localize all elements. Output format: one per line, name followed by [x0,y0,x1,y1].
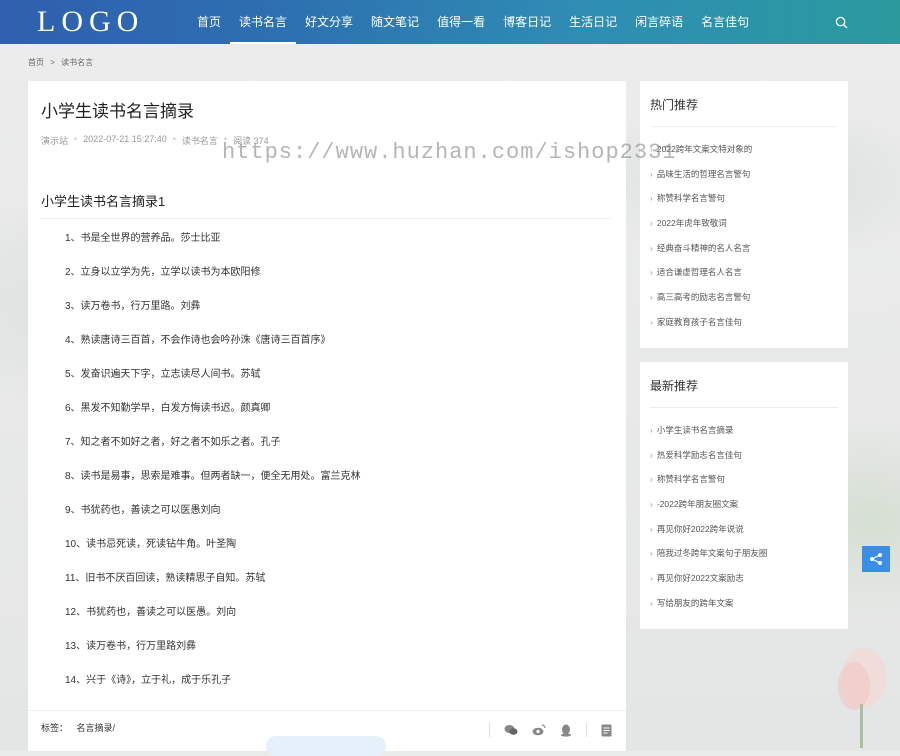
quote-item: 4、熟读唐诗三百首，不会作诗也会吟孙洙《唐诗三百首序》 [65,335,331,346]
quote-item: 9、书犹药也，善读之可以医愚刘向 [65,505,221,516]
latest-recommend-card: 最新推荐 小学生读书名言摘录热爱科学励志名言佳句称赞科学名言警句-2022跨年朋… [640,362,848,629]
wechat-icon[interactable] [504,724,518,736]
site-logo[interactable]: LOGO [37,5,144,39]
hot-list-item[interactable]: 2022年虎年致敬词 [650,217,752,242]
search-icon[interactable] [835,16,848,29]
main-nav: 首页 读书名言 好文分享 随文笔记 值得一看 博客日记 生活日记 闲言碎语 名言佳句 [188,0,758,44]
nav-item[interactable]: 首页 [188,0,230,44]
tags-row: 标签： 名言摘录/ [41,721,121,734]
latest-recommend-list: 小学生读书名言摘录热爱科学励志名言佳句称赞科学名言警句-2022跨年朋友圈文案再… [650,424,768,622]
nav-item[interactable]: 随文笔记 [362,0,428,44]
hot-list-item[interactable]: 品味生活的哲理名言警句 [650,168,752,193]
quote-item: 2、立身以立学为先，立学以读书为本欧阳修 [65,267,261,278]
hot-list-item[interactable]: 适合谦虚哲理名人名言 [650,266,752,291]
nav-item[interactable]: 博客日记 [494,0,560,44]
share-icons [489,723,612,737]
nav-item[interactable]: 生活日记 [560,0,626,44]
divider [586,723,587,737]
hot-recommend-list: 2022跨年文案文特对象的品味生活的哲理名言警句称赞科学名言警句2022年虎年致… [650,143,752,341]
quote-item: 6、黑发不知勤学早，白发方悔读书迟。颜真卿 [65,403,271,414]
hot-recommend-card: 热门推荐 2022跨年文案文特对象的品味生活的哲理名言警句称赞科学名言警句202… [640,81,848,348]
hot-list-item[interactable]: 称赞科学名言警句 [650,192,752,217]
top-header: LOGO 首页 读书名言 好文分享 随文笔记 值得一看 博客日记 生活日记 闲言碎语 名言佳句 [0,0,900,44]
meta-date: 2022-07-21 15:27:40 [83,134,167,144]
breadcrumb-home[interactable]: 首页 [28,58,44,67]
meta-category[interactable]: 读书名言 [182,134,218,147]
weibo-icon[interactable] [532,724,546,736]
bottom-action-button[interactable] [266,736,386,756]
meta-separator: • [74,134,78,144]
quote-item: 13、读万卷书，行万里路刘彝 [65,641,197,652]
quote-item: 14、兴于《诗》，立于礼，成于乐孔子 [65,675,232,686]
hot-list-item[interactable]: 高三高考的励志名言警句 [650,291,752,316]
nav-item[interactable]: 好文分享 [296,0,362,44]
latest-list-item[interactable]: 小学生读书名言摘录 [650,424,767,449]
tags-label: 标签： [41,723,69,733]
hot-list-item[interactable]: 经典奋斗精神的名人名言 [650,242,752,267]
document-icon[interactable] [601,724,612,737]
breadcrumb-separator: > [50,58,55,67]
nav-item[interactable]: 读书名言 [230,0,297,44]
quote-item: 11、旧书不厌百回读，熟读精思子自知。苏轼 [65,573,266,584]
nav-item[interactable]: 名言佳句 [692,0,758,44]
meta-separator: • [172,134,176,144]
quote-item: 1、书是全世界的营养品。莎士比亚 [65,233,221,244]
quote-item: 12、书犹药也，善读之可以医愚。刘向 [65,607,237,618]
share-icon [870,553,882,565]
hot-recommend-title: 热门推荐 [650,98,699,112]
tag-link[interactable]: 名言摘录/ [77,723,116,733]
nav-item[interactable]: 闲言碎语 [626,0,692,44]
article-card: 小学生读书名言摘录 演示站 • 2022-07-21 15:27:40 • 读书… [28,81,626,751]
latest-list-item[interactable]: 再见你好2022跨年说说 [650,523,767,548]
quote-item: 7、知之者不如好之者，好之者不如乐之者。孔子 [65,437,281,448]
article-subtitle: 小学生读书名言摘录1 [41,191,611,219]
quote-item: 10、读书忌死读，死读钻牛角。叶圣陶 [65,539,237,550]
latest-list-item[interactable]: 称赞科学名言警句 [650,473,767,498]
nav-item[interactable]: 值得一看 [428,0,494,44]
divider [489,723,490,737]
quote-item: 3、读万卷书，行万里路。刘彝 [65,301,201,312]
breadcrumb-current[interactable]: 读书名言 [61,58,93,67]
divider [650,126,838,127]
watermark-text: https://www.huzhan.com/ishop2331 [222,140,677,165]
latest-recommend-title: 最新推荐 [650,379,699,393]
latest-list-item[interactable]: 陪我过冬跨年文案句子朋友圈 [650,547,768,572]
hot-list-item[interactable]: 家庭教育孩子名言佳句 [650,316,752,341]
qq-icon[interactable] [560,724,572,737]
lotus-decoration [838,648,886,748]
meta-author[interactable]: 演示站 [41,134,68,147]
latest-list-item[interactable]: 再见你好2022文案励志 [650,572,767,597]
latest-list-item[interactable]: 热爱科学励志名言佳句 [650,449,767,474]
breadcrumb: 首页 > 读书名言 [28,57,97,68]
quote-list: 1、书是全世界的营养品。莎士比亚 2、立身以立学为先，立学以读书为本欧阳修 3、读万… [65,232,605,708]
quote-item: 8、读书是易事，思索是难事。但两者缺一，便全无用处。富兰克林 [65,471,361,482]
latest-list-item[interactable]: 写给朋友的跨年文案 [650,597,767,622]
share-float-button[interactable] [862,546,890,572]
quote-item: 5、发奋识遍天下字，立志读尽人间书。苏轼 [65,369,261,380]
divider [650,407,838,408]
article-title: 小学生读书名言摘录 [41,102,194,121]
latest-list-item[interactable]: -2022跨年朋友圈文案 [650,498,767,523]
